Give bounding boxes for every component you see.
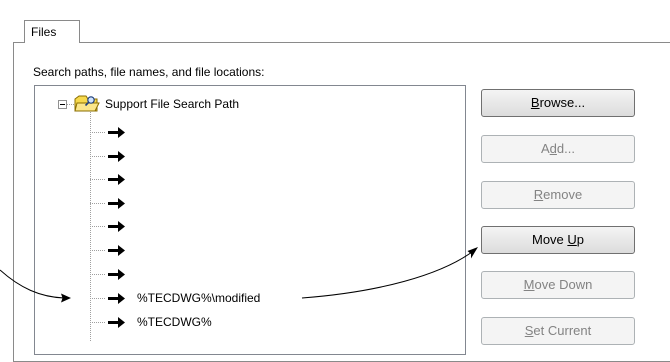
browse-label-post: rowse... xyxy=(539,95,586,110)
path-arrow-icon xyxy=(108,317,125,328)
add-label-pre: A xyxy=(541,141,550,156)
path-arrow-icon xyxy=(108,245,125,256)
tree-entry-selected[interactable]: %TECDWG%\modified xyxy=(137,291,260,305)
path-arrow-icon xyxy=(108,151,125,162)
tab-files[interactable]: Files xyxy=(24,20,80,43)
path-arrow-icon xyxy=(108,221,125,232)
path-arrow-icon xyxy=(108,127,125,138)
move-down-button[interactable]: Move Down xyxy=(481,271,635,299)
browse-button[interactable]: Browse... xyxy=(481,89,635,117)
move-down-label-post: ove Down xyxy=(534,277,593,292)
tree-entry-last[interactable]: %TECDWG% xyxy=(137,315,212,329)
browse-label-mnemonic: B xyxy=(530,95,540,110)
add-label-mnemonic: d xyxy=(549,141,557,156)
add-button[interactable]: Add... xyxy=(481,135,635,163)
add-label-post: d... xyxy=(556,141,575,156)
path-arrow-icon xyxy=(108,198,125,209)
move-up-label-mnemonic: U xyxy=(567,232,577,247)
path-arrow-icon xyxy=(108,269,125,280)
collapse-minus-icon[interactable] xyxy=(58,100,67,109)
tab-files-label: Files xyxy=(31,25,57,39)
path-arrow-icon xyxy=(108,174,125,185)
folder-search-icon xyxy=(74,95,100,112)
move-up-label-post: p xyxy=(576,232,585,247)
move-up-button[interactable]: Move Up xyxy=(481,226,635,254)
path-entry-arrows xyxy=(108,127,125,328)
set-current-label-post: et Current xyxy=(533,323,592,338)
move-up-label-pre: Move xyxy=(531,232,568,247)
remove-label-post: emove xyxy=(543,187,583,202)
remove-label-mnemonic: R xyxy=(533,187,544,202)
move-down-label-mnemonic: M xyxy=(523,277,535,292)
remove-button[interactable]: Remove xyxy=(481,181,635,209)
path-arrow-icon xyxy=(108,293,125,304)
tree-root-label[interactable]: Support File Search Path xyxy=(105,97,239,111)
